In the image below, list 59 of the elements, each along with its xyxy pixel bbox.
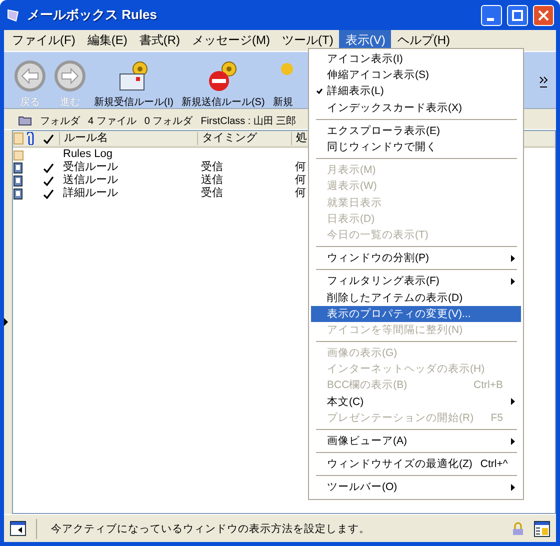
window-list-icon[interactable] bbox=[534, 520, 550, 536]
table-cell-text: 送信 bbox=[200, 174, 224, 186]
folder-icon bbox=[18, 115, 32, 126]
toolbar-button[interactable]: 新規送信ルール(S) bbox=[179, 60, 267, 109]
menu-item[interactable]: 同じウィンドウで開く bbox=[311, 138, 521, 156]
account-name: FirstClass : 山田 三郎 bbox=[200, 114, 296, 128]
menu-bar-item[interactable]: ファイル(F) bbox=[6, 30, 82, 49]
menu-item[interactable]: 削除したアイテムの表示(D) bbox=[311, 289, 521, 306]
window-title: メールボックス Rules bbox=[27, 6, 158, 24]
menu-item[interactable]: 本文(C) bbox=[311, 394, 521, 410]
panel-icon[interactable] bbox=[10, 521, 26, 536]
menu-bar-item[interactable]: ツール(T) bbox=[276, 30, 340, 49]
chevron-icon[interactable] bbox=[539, 76, 548, 90]
folder-label: フォルダ bbox=[40, 114, 80, 128]
minimize-icon bbox=[486, 18, 494, 20]
table-cell-text: 何 bbox=[294, 187, 307, 200]
toolbar-button[interactable]: 新規受信ルール(I) bbox=[92, 60, 176, 109]
table-cell-text: 何 bbox=[294, 161, 307, 174]
paperclip-icon bbox=[27, 132, 35, 145]
table-cell-text: 何 bbox=[294, 174, 307, 187]
column-heading[interactable]: 処 bbox=[291, 132, 307, 145]
column-heading[interactable]: タイミング bbox=[197, 132, 291, 145]
menu-item[interactable]: エクスプローラ表示(E) bbox=[311, 122, 521, 139]
menu-bar-item[interactable]: 表示(V) bbox=[339, 30, 392, 49]
table-cell-text: 受信ルール bbox=[62, 161, 119, 174]
table-cell-text: 送信ルール bbox=[62, 174, 119, 187]
menu-bar-item[interactable]: 編集(E) bbox=[81, 30, 134, 49]
menu-item[interactable]: フィルタリング表示(F) bbox=[311, 273, 521, 290]
maximize-icon bbox=[512, 10, 523, 20]
menu-item[interactable]: ウィンドウの分割(P) bbox=[311, 250, 521, 266]
menu-bar-item[interactable]: ヘルプ(H) bbox=[391, 30, 456, 49]
table-cell-text: Rules Log bbox=[62, 148, 114, 160]
status-text: 今アクティブになっているウィンドウの表示方法を設定します。 bbox=[36, 518, 502, 538]
close-icon bbox=[538, 10, 549, 20]
page-icon bbox=[13, 132, 24, 145]
menu-item[interactable]: アイコン表示(I) bbox=[311, 51, 521, 68]
folder-count: 0 フォルダ bbox=[144, 114, 193, 128]
table-cell-text: 受信 bbox=[200, 187, 224, 200]
menu-item[interactable]: 画像ビューア(A) bbox=[311, 432, 521, 450]
menu-item[interactable]: ツールバー(O) bbox=[311, 479, 521, 496]
table-cell-text: 詳細ルール bbox=[62, 187, 119, 200]
menu-item[interactable]: 表示のプロパティの変更(V)... bbox=[311, 306, 521, 322]
column-heading[interactable]: ルール名 bbox=[59, 132, 197, 145]
menu-bar-item[interactable]: メッセージ(M) bbox=[186, 30, 276, 49]
menu-item[interactable]: インデックスカード表示(X) bbox=[311, 100, 521, 116]
close-button[interactable] bbox=[533, 4, 554, 26]
lock-icon bbox=[512, 522, 524, 536]
folder-icon bbox=[13, 148, 24, 160]
maximize-button[interactable] bbox=[507, 4, 528, 26]
file-count: 4 ファイル bbox=[88, 114, 136, 128]
menu-bar-item[interactable]: 書式(R) bbox=[133, 30, 186, 49]
menu-item[interactable]: ウィンドウサイズの最適化(Z) Ctrl+^ bbox=[311, 456, 521, 472]
table-cell-text: 受信 bbox=[200, 161, 224, 174]
toolbar-button[interactable]: 新規 bbox=[270, 60, 295, 109]
minimize-button[interactable] bbox=[481, 4, 502, 26]
menu-item[interactable]: 伸縮アイコン表示(S) bbox=[311, 67, 521, 84]
splitter-arrow-icon[interactable] bbox=[4, 318, 8, 326]
menu-item[interactable]: 詳細表示(L) bbox=[311, 83, 521, 100]
checkmark-icon bbox=[43, 134, 54, 144]
